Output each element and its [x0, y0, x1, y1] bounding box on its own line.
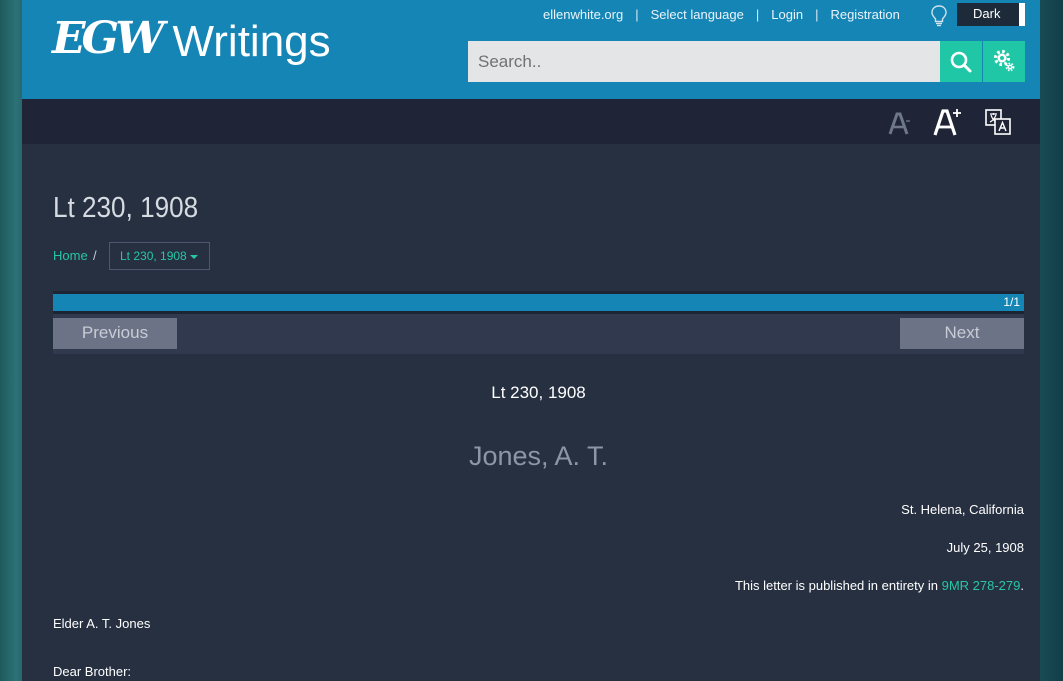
font-increase-icon[interactable] — [932, 105, 962, 139]
document-view: Lt 230, 1908 Home / Lt 230, 1908 1/1 Pre… — [22, 144, 1040, 681]
top-links: ellenwhite.org | Select language | Login… — [543, 7, 900, 22]
breadcrumb-dropdown[interactable]: Lt 230, 1908 — [109, 242, 210, 270]
breadcrumb-current: Lt 230, 1908 — [120, 249, 187, 263]
settings-button[interactable] — [983, 41, 1025, 82]
recipient-heading: Jones, A. T. — [468, 441, 609, 471]
progress-fill — [53, 294, 1024, 311]
letter-salutation: Dear Brother: — [53, 664, 132, 679]
previous-button[interactable]: Previous — [53, 318, 177, 349]
publication-note: This letter is published in entirety in … — [735, 578, 1024, 593]
logo-mark: EGW — [52, 13, 165, 64]
reader-toolbar — [22, 99, 1040, 144]
link-registration[interactable]: Registration — [830, 7, 899, 22]
search-icon — [950, 51, 972, 73]
lightbulb-icon[interactable] — [930, 4, 948, 28]
link-separator: | — [755, 7, 760, 22]
page-navigation: Previous Next — [53, 314, 1024, 354]
breadcrumb-home[interactable]: Home — [53, 248, 88, 263]
theme-toggle[interactable]: Dark — [957, 3, 1025, 26]
letter-id: Lt 230, 1908 — [491, 383, 586, 402]
link-select-language[interactable]: Select language — [651, 7, 744, 22]
letter-date: July 25, 1908 — [946, 540, 1024, 555]
search-button[interactable] — [940, 41, 982, 82]
page-counter: 1/1 — [1003, 295, 1020, 309]
link-login[interactable]: Login — [771, 7, 803, 22]
gear-icon — [993, 49, 1015, 72]
site-logo[interactable]: EGW Writings — [52, 14, 331, 64]
page-title: Lt 230, 1908 — [53, 192, 199, 224]
site-header: EGW Writings ellenwhite.org | Select lan… — [22, 0, 1040, 99]
caret-down-icon — [189, 254, 198, 259]
publication-note-text: This letter is published in entirety in — [734, 578, 942, 593]
reading-progress: 1/1 — [53, 291, 1024, 314]
font-decrease-icon[interactable] — [886, 105, 912, 139]
link-separator: | — [815, 7, 819, 22]
logo-text: Writings — [172, 17, 331, 66]
translate-icon[interactable] — [983, 105, 1013, 139]
page: EGW Writings ellenwhite.org | Select lan… — [22, 0, 1040, 681]
next-button[interactable]: Next — [900, 318, 1024, 349]
search-input[interactable] — [468, 41, 940, 82]
link-separator: | — [635, 7, 639, 22]
publication-link[interactable]: 9MR 278-279 — [942, 578, 1021, 593]
toggle-knob — [1019, 3, 1025, 26]
publication-note-end: . — [1020, 578, 1024, 593]
link-ellenwhite[interactable]: ellenwhite.org — [543, 7, 623, 22]
letter-place: St. Helena, California — [901, 502, 1024, 517]
breadcrumb-separator: / — [93, 248, 97, 263]
theme-toggle-label: Dark — [973, 6, 1001, 21]
letter-addressee: Elder A. T. Jones — [53, 616, 151, 631]
